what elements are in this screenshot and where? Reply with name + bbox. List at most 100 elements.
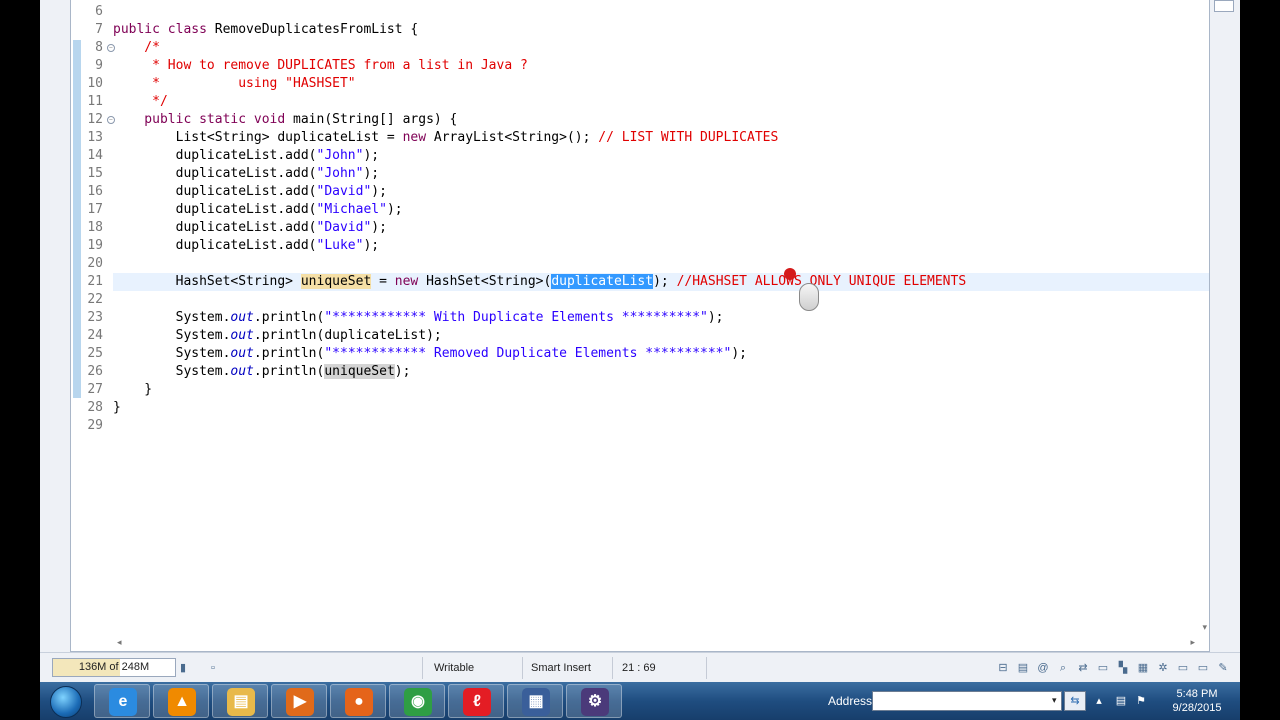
grid-icon[interactable]: ▦ — [1136, 661, 1150, 675]
search-doc-icon[interactable]: ⌕ — [1056, 661, 1070, 675]
taskbar-app-button[interactable]: ⚙ — [566, 684, 622, 718]
code-token: "************ With Duplicate Elements **… — [324, 310, 708, 325]
code-token: public static void — [113, 112, 294, 127]
code-line[interactable]: } — [113, 399, 1209, 417]
address-input[interactable] — [872, 691, 1062, 711]
window-alt-icon[interactable]: ▭ — [1196, 661, 1210, 675]
code-token: out — [230, 346, 254, 361]
system-clock[interactable]: 5:48 PM 9/28/2015 — [1160, 687, 1234, 715]
line-number: 11 — [87, 94, 103, 109]
code-line[interactable]: System.out.println("************ Removed… — [113, 345, 1209, 363]
code-token: "David" — [316, 220, 372, 235]
divider — [522, 657, 523, 679]
code-line[interactable]: duplicateList.add("David"); — [113, 183, 1209, 201]
line-number: 24 — [87, 328, 103, 343]
code-token: ArrayList<String>(); — [433, 130, 599, 145]
code-token: HashSet<String> — [113, 274, 301, 289]
sync-icon[interactable]: ⇄ — [1076, 661, 1090, 675]
line-number: 13 — [87, 130, 103, 145]
taskbar-app-button[interactable]: ▲ — [153, 684, 209, 718]
code-token: ); — [394, 364, 411, 379]
at-icon[interactable]: @ — [1036, 661, 1050, 675]
code-token: ); — [653, 274, 677, 289]
tray-expand-icon[interactable]: ▴ — [1092, 694, 1106, 708]
code-line[interactable]: */ — [113, 93, 1209, 111]
taskbar-app-button[interactable]: ▦ — [507, 684, 563, 718]
code-line[interactable]: System.out.println(duplicateList); — [113, 327, 1209, 345]
code-token: System. — [113, 364, 231, 379]
scroll-right-icon[interactable]: ▸ — [1190, 637, 1195, 648]
code-line[interactable] — [113, 255, 1209, 273]
code-line[interactable]: duplicateList.add("Michael"); — [113, 201, 1209, 219]
ie-icon: e — [109, 688, 137, 716]
start-button[interactable] — [44, 682, 88, 720]
code-line[interactable]: HashSet<String> uniqueSet = new HashSet<… — [113, 273, 1209, 291]
address-dropdown-icon[interactable]: ▾ — [1052, 695, 1057, 706]
network-icon[interactable]: ▤ — [1114, 694, 1128, 708]
code-token: .println( — [253, 346, 325, 361]
code-token: /* — [113, 40, 160, 55]
taskbar-app-button[interactable]: ▶ — [271, 684, 327, 718]
code-line[interactable]: duplicateList.add("Luke"); — [113, 237, 1209, 255]
action-center-icon[interactable]: ⚑ — [1134, 694, 1148, 708]
code-area[interactable]: public class RemoveDuplicatesFromList { … — [113, 0, 1209, 600]
code-token: out — [230, 310, 254, 325]
code-token: duplicateList.add( — [113, 148, 317, 163]
scroll-left-icon[interactable]: ◂ — [117, 637, 122, 648]
code-line[interactable]: * How to remove DUPLICATES from a list i… — [113, 57, 1209, 75]
code-editor[interactable]: 6 7 8−9 10 11 12−13 14 15 16 17 18 19 20 21 22 23 24 25 26… — [70, 0, 1210, 652]
code-line[interactable] — [113, 417, 1209, 435]
taskbar-app-button[interactable]: e — [94, 684, 150, 718]
taskbar-app-button[interactable]: ℓ — [448, 684, 504, 718]
code-line[interactable]: duplicateList.add("John"); — [113, 165, 1209, 183]
address-go-button[interactable]: ⇆ — [1064, 691, 1086, 711]
line-number: 28 — [87, 400, 103, 415]
code-line[interactable]: public class RemoveDuplicatesFromList { — [113, 21, 1209, 39]
line-number: 8 — [95, 40, 103, 55]
code-token: "Michael" — [316, 202, 387, 217]
writable-status: Writable — [434, 662, 475, 674]
taskbar-app-button[interactable]: ▤ — [212, 684, 268, 718]
taskbar-app-button[interactable]: ◉ — [389, 684, 445, 718]
heap-status[interactable]: 136M of 248M — [52, 658, 176, 677]
code-line[interactable]: System.out.println("************ With Du… — [113, 309, 1209, 327]
code-token: "David" — [316, 184, 372, 199]
code-token: } — [113, 382, 153, 397]
vlc-icon: ▲ — [168, 688, 196, 716]
clipboard-icon[interactable]: ▤ — [1016, 661, 1030, 675]
code-token: duplicateList — [551, 274, 654, 289]
code-line[interactable]: public static void main(String[] args) { — [113, 111, 1209, 129]
eclipse-window: 6 7 8−9 10 11 12−13 14 15 16 17 18 19 20 21 22 23 24 25 26… — [40, 0, 1240, 720]
code-token: .println( — [253, 310, 325, 325]
gear-icon[interactable]: ✲ — [1156, 661, 1170, 675]
quick-add-icon[interactable]: ▫ — [206, 661, 220, 675]
window-icon[interactable]: ▭ — [1176, 661, 1190, 675]
code-line[interactable]: System.out.println(uniqueSet); — [113, 363, 1209, 381]
monitor-icon[interactable]: ▭ — [1096, 661, 1110, 675]
code-line[interactable] — [113, 291, 1209, 309]
map-icon[interactable]: ▚ — [1116, 661, 1130, 675]
code-line[interactable]: duplicateList.add("David"); — [113, 219, 1209, 237]
taskbar-app-button[interactable]: ● — [330, 684, 386, 718]
horizontal-scrollbar[interactable]: ◂ ▸ — [113, 637, 1197, 649]
garbage-collect-icon[interactable]: ▮ — [176, 661, 190, 675]
java-ee-ide-icon: ⚙ — [581, 688, 609, 716]
cursor-position: 21 : 69 — [622, 662, 656, 674]
line-number: 10 — [87, 76, 103, 91]
code-line[interactable]: List<String> duplicateList = new ArrayLi… — [113, 129, 1209, 147]
code-token: out — [230, 328, 254, 343]
code-line[interactable] — [113, 3, 1209, 21]
code-token: main(String[] args) { — [293, 112, 458, 127]
code-line[interactable]: } — [113, 381, 1209, 399]
restore-view-button[interactable] — [1214, 0, 1234, 12]
code-token: List<String> duplicateList = — [113, 130, 403, 145]
code-token: } — [113, 400, 121, 415]
link-icon[interactable]: ⊟ — [996, 661, 1010, 675]
windows-taskbar: e ▲ ▤ ▶ ● ◉ ℓ ▦ ⚙ Address ▾ ⇆ ▴ ▤ ⚑ 5:48 PM 9/28… — [40, 682, 1240, 720]
code-line[interactable]: /* — [113, 39, 1209, 57]
scroll-down-icon[interactable]: ▾ — [1202, 622, 1207, 633]
code-line[interactable]: duplicateList.add("John"); — [113, 147, 1209, 165]
code-line[interactable]: * using "HASHSET" — [113, 75, 1209, 93]
pencil-icon[interactable]: ✎ — [1216, 661, 1230, 675]
status-bar: 136M of 248M ▮ ▫ Writable Smart Insert 2… — [40, 652, 1240, 682]
